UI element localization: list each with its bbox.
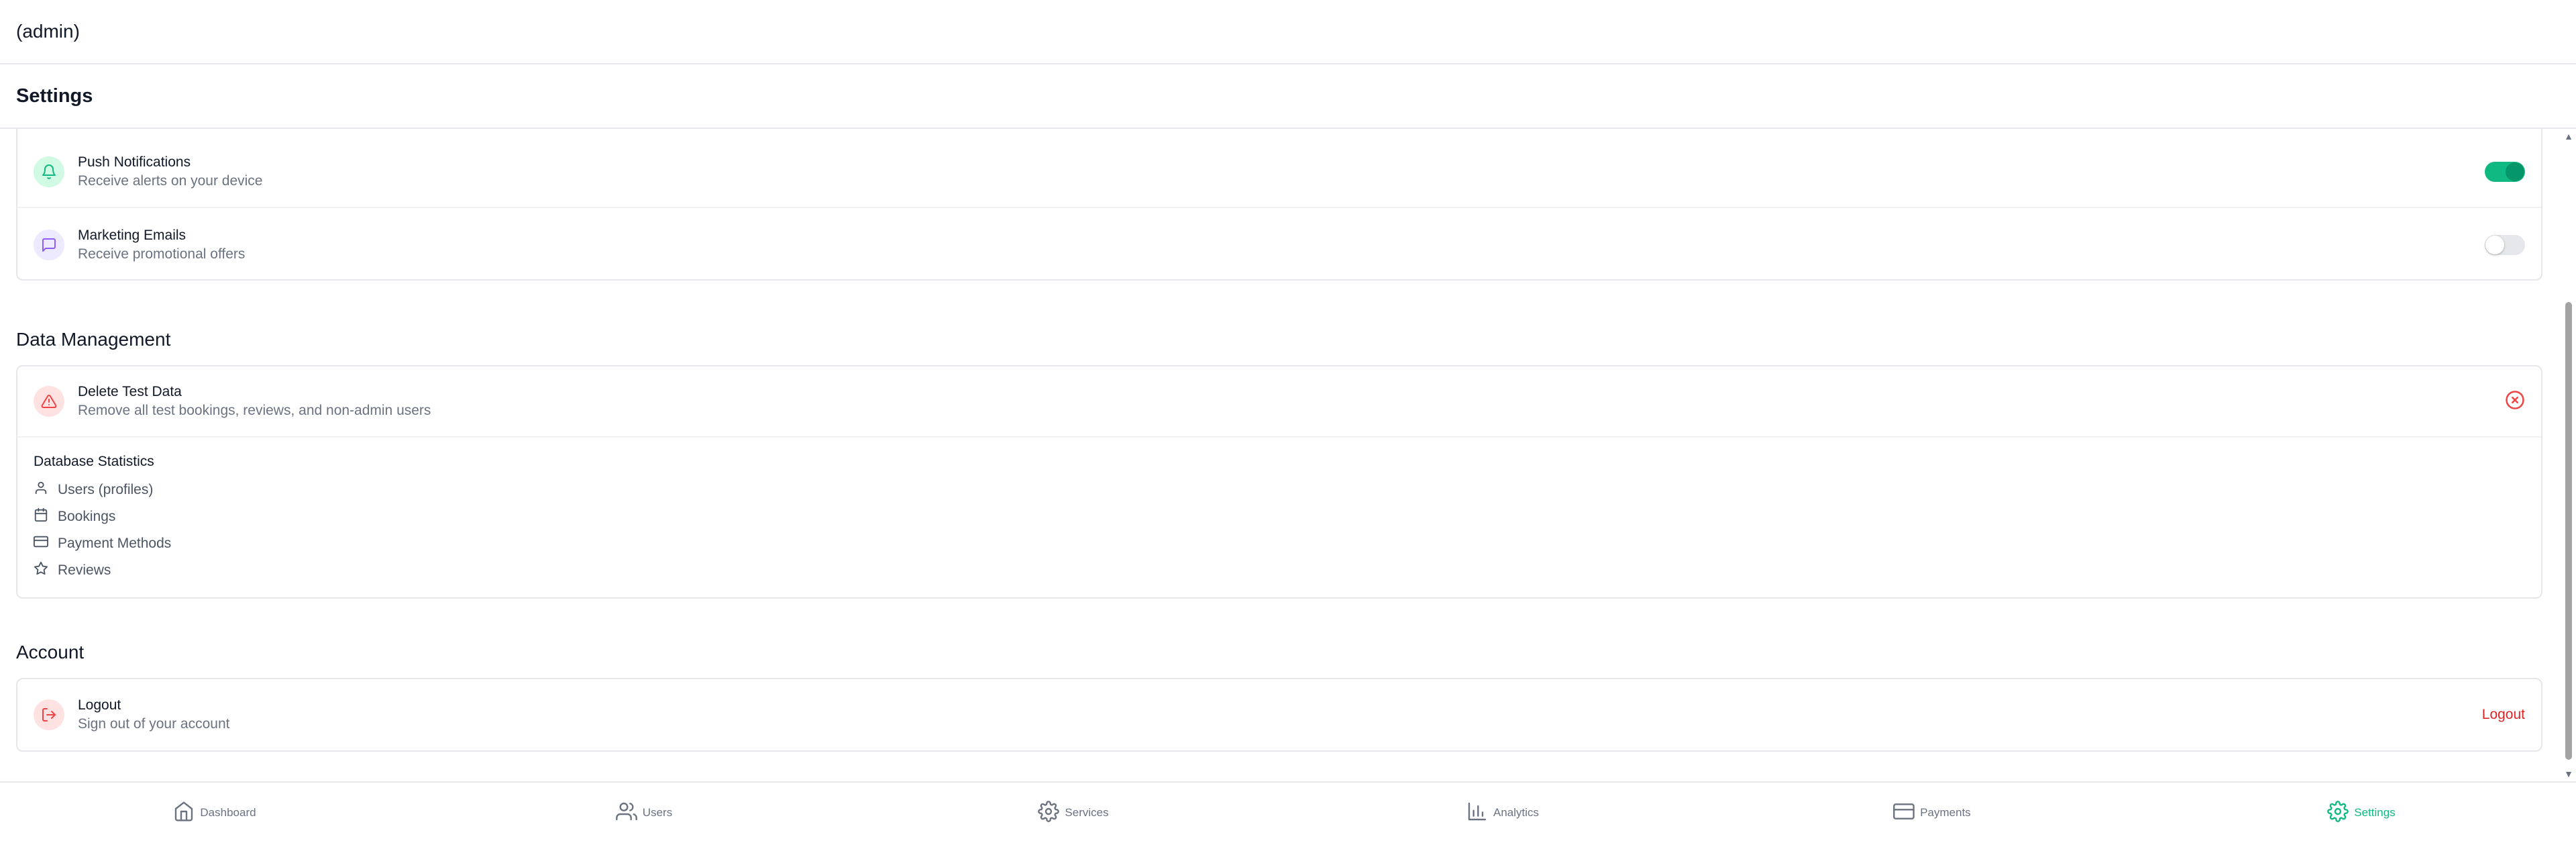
stat-label: Bookings — [58, 509, 116, 524]
push-notifications-title: Push Notifications — [78, 154, 191, 170]
logout-row: Logout Sign out of your account Logout — [17, 679, 2541, 750]
marketing-emails-toggle[interactable] — [2485, 235, 2525, 255]
page-title: Settings — [16, 85, 93, 107]
account-heading: Account — [16, 642, 85, 662]
push-notifications-row: Push Notifications Receive alerts on you… — [17, 137, 2541, 208]
nav-label: Settings — [2354, 806, 2396, 819]
stat-item-payment-methods: Payment Methods — [34, 534, 171, 553]
users-icon — [615, 801, 643, 826]
toggle-knob — [2506, 162, 2524, 181]
bottom-navigation: Dashboard Users Services Analytics Payme… — [0, 781, 2576, 843]
bell-icon — [34, 156, 64, 187]
x-circle-icon[interactable] — [2505, 390, 2525, 413]
settings-scroll-area[interactable]: Push Notifications Receive alerts on you… — [0, 129, 2576, 781]
title-bar: Settings — [0, 64, 2576, 129]
push-notifications-subtitle: Receive alerts on your device — [78, 173, 263, 189]
marketing-emails-row: Marketing Emails Receive promotional off… — [17, 209, 2541, 281]
nav-item-analytics[interactable]: Analytics — [1395, 783, 1610, 843]
calendar-icon — [34, 507, 58, 526]
nav-label: Analytics — [1493, 806, 1540, 819]
nav-label: Payments — [1920, 806, 1971, 819]
stat-item-bookings: Bookings — [34, 507, 115, 526]
stat-label: Reviews — [58, 562, 111, 578]
nav-label: Services — [1065, 806, 1109, 819]
credit-card-icon — [1893, 801, 1920, 826]
marketing-emails-subtitle: Receive promotional offers — [78, 246, 246, 262]
delete-test-data-subtitle: Remove all test bookings, reviews, and n… — [78, 403, 431, 418]
logout-subtitle: Sign out of your account — [78, 716, 230, 732]
scrollbar-thumb[interactable] — [2565, 302, 2572, 760]
logout-button[interactable]: Logout — [2482, 707, 2525, 723]
scroll-down-arrow-icon[interactable]: ▼ — [2561, 766, 2576, 781]
push-notifications-toggle[interactable] — [2485, 162, 2525, 182]
alert-triangle-icon — [34, 386, 64, 417]
gear-icon — [1038, 800, 1065, 826]
nav-item-settings[interactable]: Settings — [2254, 783, 2469, 843]
user-icon — [34, 481, 58, 499]
delete-test-data-row: Delete Test Data Remove all test booking… — [17, 366, 2541, 438]
top-bar: (admin) — [0, 0, 2576, 64]
toggle-knob — [2485, 236, 2504, 254]
user-role-label: (admin) — [16, 21, 80, 42]
stat-label: Users (profiles) — [58, 482, 154, 497]
nav-item-payments[interactable]: Payments — [1825, 783, 2039, 843]
nav-item-services[interactable]: Services — [966, 783, 1181, 843]
nav-item-dashboard[interactable]: Dashboard — [107, 783, 322, 843]
nav-label: Users — [642, 806, 673, 819]
delete-test-data-title: Delete Test Data — [78, 384, 182, 399]
account-card: Logout Sign out of your account Logout — [16, 678, 2542, 752]
nav-item-users[interactable]: Users — [537, 783, 751, 843]
stat-label: Payment Methods — [58, 536, 172, 551]
logout-title: Logout — [78, 697, 121, 713]
message-square-icon — [34, 230, 64, 260]
marketing-emails-title: Marketing Emails — [78, 228, 186, 243]
database-statistics-title: Database Statistics — [34, 454, 154, 469]
stat-item-reviews: Reviews — [34, 561, 111, 580]
scroll-up-arrow-icon[interactable]: ▲ — [2561, 129, 2576, 144]
star-icon — [34, 561, 58, 580]
log-out-icon — [34, 699, 64, 730]
credit-card-icon — [34, 534, 58, 553]
data-management-card: Delete Test Data Remove all test booking… — [16, 365, 2542, 599]
data-management-heading: Data Management — [16, 329, 171, 350]
scrollbar[interactable]: ▲ ▼ — [2561, 129, 2576, 781]
nav-label: Dashboard — [200, 806, 256, 819]
bar-chart-icon — [1466, 801, 1493, 826]
notifications-card: Push Notifications Receive alerts on you… — [16, 129, 2542, 281]
stat-item-users: Users (profiles) — [34, 481, 153, 499]
settings-icon — [2327, 800, 2354, 826]
home-icon — [173, 801, 200, 826]
